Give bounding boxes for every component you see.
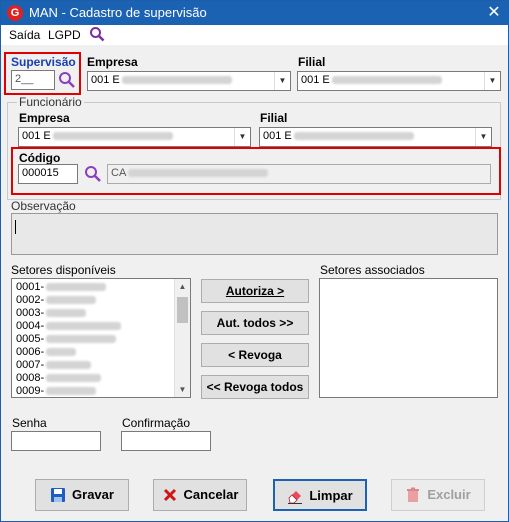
setores-disponiveis-list[interactable]: 0001- 0002- 0003- 0004- 0005- 0006- 0007…: [11, 278, 191, 398]
filial-label: Filial: [298, 55, 326, 69]
limpar-label: Limpar: [309, 488, 353, 503]
cancelar-button[interactable]: Cancelar: [153, 479, 247, 511]
save-icon: [51, 487, 66, 502]
search-icon[interactable]: [89, 26, 105, 42]
supervisao-label: Supervisão: [11, 55, 76, 69]
menu-saida[interactable]: Saída: [9, 28, 40, 42]
gravar-button[interactable]: Gravar: [35, 479, 129, 511]
empresa-label: Empresa: [87, 55, 138, 69]
scroll-up-icon[interactable]: ▲: [175, 279, 190, 294]
gravar-label: Gravar: [72, 487, 114, 502]
supervisao-input[interactable]: 2__: [11, 70, 55, 90]
redacted-text: [128, 169, 269, 178]
redacted-text: [331, 76, 442, 85]
filial-value: 001 E: [301, 74, 330, 86]
list-item[interactable]: 0004-: [16, 320, 122, 332]
list-item[interactable]: 0001-: [16, 281, 107, 293]
revoga-button[interactable]: < Revoga: [201, 343, 309, 367]
cancel-x-icon: [163, 488, 176, 501]
menu-lgpd[interactable]: LGPD: [48, 28, 81, 42]
scroll-thumb[interactable]: [177, 297, 188, 323]
text-caret: [15, 220, 16, 234]
setores-associados-list[interactable]: [319, 278, 498, 398]
setores-disponiveis-label: Setores disponíveis: [11, 263, 116, 277]
chevron-down-icon[interactable]: ▼: [475, 128, 491, 146]
menu-bar: Saída LGPD: [1, 25, 508, 45]
filial-select[interactable]: 001 E ▼: [297, 71, 501, 91]
chevron-down-icon[interactable]: ▼: [484, 72, 500, 90]
excluir-label: Excluir: [427, 487, 471, 502]
func-empresa-value: 001 E: [22, 130, 51, 142]
chevron-down-icon[interactable]: ▼: [274, 72, 290, 90]
close-icon[interactable]: ✕: [483, 2, 505, 24]
observacao-label: Observação: [11, 199, 76, 213]
codigo-search-icon[interactable]: [84, 165, 102, 183]
main-window: G MAN - Cadastro de supervisão ✕ Saída L…: [0, 0, 509, 522]
codigo-input[interactable]: 000015: [18, 164, 78, 184]
codigo-label: Código: [19, 151, 61, 165]
confirmacao-label: Confirmação: [122, 416, 191, 430]
redacted-text: [293, 132, 414, 141]
trash-icon: [407, 487, 420, 502]
eraser-icon: [288, 490, 303, 504]
list-item[interactable]: 0007-: [16, 359, 92, 371]
list-item[interactable]: 0008-: [16, 372, 102, 384]
funcionario-group-title: Funcionário: [17, 95, 84, 109]
scrollbar[interactable]: ▲ ▼: [174, 279, 190, 397]
setores-associados-label: Setores associados: [320, 263, 425, 277]
senha-input[interactable]: [11, 431, 101, 451]
scroll-down-icon[interactable]: ▼: [175, 382, 190, 397]
list-item[interactable]: 0005-: [16, 333, 117, 345]
revoga-todos-button[interactable]: << Revoga todos: [201, 375, 309, 399]
empresa-value: 001 E: [91, 74, 120, 86]
list-item[interactable]: 0009-: [16, 385, 97, 397]
autoriza-todos-button[interactable]: Aut. todos >>: [201, 311, 309, 335]
confirmacao-input[interactable]: [121, 431, 211, 451]
empresa-select[interactable]: 001 E ▼: [87, 71, 291, 91]
func-filial-label: Filial: [260, 111, 288, 125]
cancelar-label: Cancelar: [183, 487, 239, 502]
limpar-button[interactable]: Limpar: [273, 479, 367, 511]
app-logo-icon: G: [7, 5, 23, 21]
excluir-button[interactable]: Excluir: [391, 479, 485, 511]
senha-label: Senha: [12, 416, 47, 430]
redacted-text: [52, 132, 173, 141]
func-filial-value: 001 E: [263, 130, 292, 142]
func-empresa-label: Empresa: [19, 111, 70, 125]
funcionario-name-value: CA: [111, 167, 127, 179]
funcionario-name-field: CA: [107, 164, 491, 184]
chevron-down-icon[interactable]: ▼: [234, 128, 250, 146]
autoriza-button[interactable]: Autoriza >: [201, 279, 309, 303]
func-empresa-select[interactable]: 001 E ▼: [18, 127, 251, 147]
list-item[interactable]: 0003-: [16, 307, 87, 319]
window-title: MAN - Cadastro de supervisão: [29, 5, 207, 20]
redacted-text: [121, 76, 232, 85]
supervisao-search-icon[interactable]: [58, 71, 76, 89]
title-bar: G MAN - Cadastro de supervisão ✕: [1, 1, 508, 25]
func-filial-select[interactable]: 001 E ▼: [259, 127, 492, 147]
list-item[interactable]: 0002-: [16, 294, 97, 306]
observacao-textarea[interactable]: [11, 213, 498, 255]
list-item[interactable]: 0006-: [16, 346, 77, 358]
